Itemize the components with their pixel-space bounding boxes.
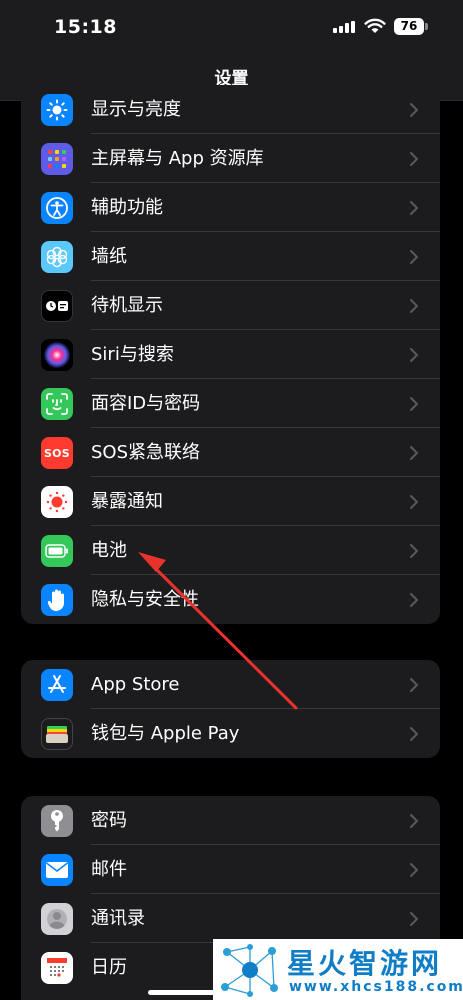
accessibility-icon (41, 192, 73, 224)
watermark-title: 星火智游网 (287, 947, 443, 980)
chevron-right-icon (410, 678, 418, 692)
chevron-right-icon (410, 152, 418, 166)
standby-icon (41, 290, 73, 322)
settings-row-mail[interactable]: 邮件 (21, 845, 440, 894)
wallet-icon (41, 718, 73, 750)
chevron-right-icon (410, 593, 418, 607)
settings-row-battery[interactable]: 电池 (21, 526, 440, 575)
settings-row-label: 辅助功能 (91, 197, 163, 218)
chevron-right-icon (410, 250, 418, 264)
settings-row-label: 暴露通知 (91, 491, 163, 512)
key-icon (41, 805, 73, 837)
settings-row-label: 隐私与安全性 (91, 589, 199, 610)
exposure-icon (41, 486, 73, 518)
settings-group-1: 显示与亮度 主屏幕与 App 资源库 辅助功能 墙纸 待机显示 Siri与搜索 … (21, 85, 440, 624)
calendar-icon (41, 952, 73, 984)
settings-row-label: 密码 (91, 810, 127, 831)
settings-row-passwords[interactable]: 密码 (21, 796, 440, 845)
sos-icon: SOS (41, 437, 73, 469)
settings-row-label: 电池 (91, 540, 127, 561)
settings-row-siri[interactable]: Siri与搜索 (21, 330, 440, 379)
chevron-right-icon (410, 103, 418, 117)
mail-icon (41, 854, 73, 886)
settings-row-standby[interactable]: 待机显示 (21, 281, 440, 330)
settings-row-label: Siri与搜索 (91, 344, 174, 365)
settings-row-sos[interactable]: SOS SOS紧急联络 (21, 428, 440, 477)
settings-row-label: 邮件 (91, 859, 127, 880)
settings-row-label: 待机显示 (91, 295, 163, 316)
watermark-url: www.xhcs188.com (289, 979, 463, 995)
status-time: 15:18 (54, 16, 117, 38)
settings-group-2: App Store 钱包与 Apple Pay (21, 660, 440, 758)
settings-row-contacts[interactable]: 通讯录 (21, 894, 440, 943)
chevron-right-icon (410, 446, 418, 460)
chevron-right-icon (410, 201, 418, 215)
chevron-right-icon (410, 544, 418, 558)
cellular-signal-icon (333, 21, 357, 33)
sos-icon-text: SOS (43, 446, 71, 460)
settings-row-app-store[interactable]: App Store (21, 660, 440, 709)
battery-cap (425, 23, 428, 30)
settings-row-wallpaper[interactable]: 墙纸 (21, 232, 440, 281)
face-id-icon (41, 388, 73, 420)
status-bar: 15:18 76 (0, 0, 463, 56)
flower-icon (41, 241, 73, 273)
sun-icon (41, 94, 73, 126)
wifi-icon (364, 18, 386, 33)
settings-row-exposure[interactable]: 暴露通知 (21, 477, 440, 526)
siri-icon (41, 339, 73, 371)
chevron-right-icon (410, 299, 418, 313)
battery-level-icon: 76 (394, 18, 424, 35)
settings-row-label: 主屏幕与 App 资源库 (91, 148, 264, 169)
chevron-right-icon (410, 397, 418, 411)
settings-row-home-screen[interactable]: 主屏幕与 App 资源库 (21, 134, 440, 183)
settings-row-privacy[interactable]: 隐私与安全性 (21, 575, 440, 624)
settings-row-face-id[interactable]: 面容ID与密码 (21, 379, 440, 428)
settings-row-label: 钱包与 Apple Pay (91, 723, 240, 744)
settings-row-label: 面容ID与密码 (91, 393, 201, 414)
chevron-right-icon (410, 814, 418, 828)
hand-icon (41, 584, 73, 616)
contacts-icon (41, 903, 73, 935)
watermark: 星火智游网 www.xhcs188.com (213, 939, 463, 1000)
battery-icon (41, 535, 73, 567)
settings-row-wallet[interactable]: 钱包与 Apple Pay (21, 709, 440, 758)
settings-row-accessibility[interactable]: 辅助功能 (21, 183, 440, 232)
chevron-right-icon (410, 495, 418, 509)
settings-row-label: 通讯录 (91, 908, 145, 929)
chevron-right-icon (410, 863, 418, 877)
app-store-icon (41, 669, 73, 701)
settings-row-label: 显示与亮度 (91, 99, 181, 120)
settings-row-label: SOS紧急联络 (91, 442, 201, 463)
home-screen-grid-icon (41, 143, 73, 175)
chevron-right-icon (410, 727, 418, 741)
settings-row-label: App Store (91, 674, 180, 695)
settings-row-label: 墙纸 (91, 246, 127, 267)
network-logo-icon (221, 944, 278, 997)
settings-row-label: 日历 (91, 957, 127, 978)
chevron-right-icon (410, 348, 418, 362)
settings-row-display-brightness[interactable]: 显示与亮度 (21, 85, 440, 134)
chevron-right-icon (410, 912, 418, 926)
